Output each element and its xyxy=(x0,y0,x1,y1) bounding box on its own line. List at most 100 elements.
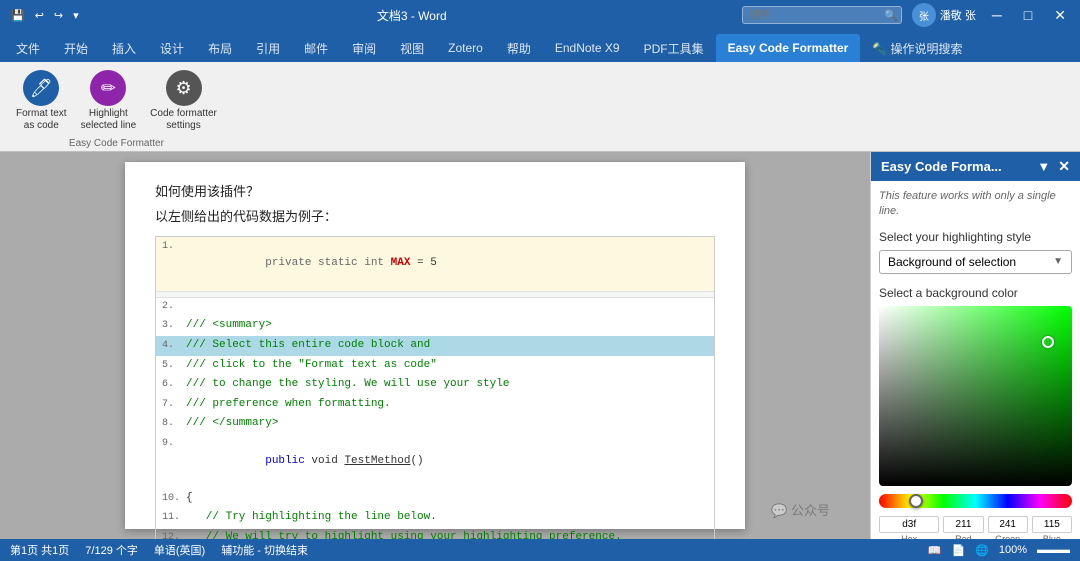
hex-label: Hex xyxy=(901,534,917,539)
zoom-slider[interactable]: ▬▬▬ xyxy=(1037,544,1070,556)
format-icon-glyph: 🖊 xyxy=(30,78,53,99)
format-text-btn[interactable]: 🖊 Format textas code xyxy=(12,68,71,134)
watermark: 💬 公众号 xyxy=(771,500,830,519)
status-right: 📖 📄 🌐 100% ▬▬▬ xyxy=(928,544,1070,557)
code-line-8: 8. /// </summary> xyxy=(156,414,714,434)
highlight-style-dropdown[interactable]: Background of selection ▼ xyxy=(879,250,1072,274)
blue-input[interactable] xyxy=(1032,516,1072,533)
tab-help[interactable]: 帮助 xyxy=(495,34,543,62)
highlight-btn-label: Highlightselected line xyxy=(81,108,137,132)
blue-label: Blue xyxy=(1043,534,1061,539)
window-title: 文档3 - Word xyxy=(377,9,447,23)
code-line-2: 2. xyxy=(156,298,714,316)
highlight-style-label: Select your highlighting style xyxy=(879,230,1072,244)
title-bar-left: 💾 ↩ ↪ ▾ xyxy=(8,8,82,23)
format-btn-label: Format textas code xyxy=(16,108,67,132)
title-bar-right: 🔍 张 潘敬 张 ─ □ ✕ xyxy=(742,3,1072,27)
ribbon-tabs: 文件 开始 插入 设计 布局 引用 邮件 审阅 视图 Zotero 帮助 End… xyxy=(0,30,1080,62)
doc-page: 如何使用该插件？ 以左侧给出的代码数据为例子： 1. private stati… xyxy=(125,162,745,529)
tab-zotero[interactable]: Zotero xyxy=(436,34,495,62)
blue-field-group: Blue xyxy=(1032,516,1072,539)
code-line-7: 7. /// preference when formatting. xyxy=(156,395,714,415)
search-input[interactable] xyxy=(742,6,902,24)
status-language: 单语(英国) xyxy=(154,542,205,558)
view-mode-layout[interactable]: 📄 xyxy=(951,544,965,557)
tab-insert[interactable]: 插入 xyxy=(100,34,148,62)
tab-review[interactable]: 审阅 xyxy=(340,34,388,62)
color-fields: Hex Red Green Blue xyxy=(879,516,1072,539)
hue-slider[interactable] xyxy=(879,494,1072,508)
tab-references[interactable]: 引用 xyxy=(244,34,292,62)
panel-expand-icon[interactable]: ▼ xyxy=(1037,159,1050,174)
panel-title: Easy Code Forma... xyxy=(881,159,1002,174)
tab-endnote[interactable]: EndNote X9 xyxy=(543,34,632,62)
panel-small-text: This feature works with only a single li… xyxy=(879,189,1072,220)
panel-header: Easy Code Forma... ▼ ✕ xyxy=(871,152,1080,181)
code-content-1: private static int MAX = 5 xyxy=(186,238,437,291)
user-name: 潘敬 张 xyxy=(940,7,976,23)
code-block: 1. private static int MAX = 5 2. 3. /// … xyxy=(155,236,715,539)
doc-line2: 以左侧给出的代码数据为例子： xyxy=(155,207,715,228)
zoom-level: 100% xyxy=(999,544,1027,556)
status-left: 第1页 共1页 7/129 个字 单语(英国) 辅功能 - 切换结束 xyxy=(10,542,308,558)
code-line-11: 11. // Try highlighting the line below. xyxy=(156,508,714,528)
redo-btn[interactable]: ↪ xyxy=(51,8,66,23)
code-line-12: 12. // We will try to highlight using yo… xyxy=(156,528,714,539)
tab-view[interactable]: 视图 xyxy=(388,34,436,62)
ribbon-content: 🖊 Format textas code ✏ Highlightselected… xyxy=(0,62,1080,152)
status-page: 第1页 共1页 xyxy=(10,542,69,558)
side-panel: Easy Code Forma... ▼ ✕ This feature work… xyxy=(870,152,1080,539)
customize-btn[interactable]: ▾ xyxy=(70,8,82,23)
ribbon-group-label: Easy Code Formatter xyxy=(69,138,164,149)
search-icon: 🔍 xyxy=(884,9,898,22)
code-line-6: 6. /// to change the styling. We will us… xyxy=(156,375,714,395)
close-btn[interactable]: ✕ xyxy=(1048,5,1072,26)
minimize-btn[interactable]: ─ xyxy=(986,5,1008,25)
tab-pdf[interactable]: PDF工具集 xyxy=(632,34,716,62)
tab-easy-code[interactable]: Easy Code Formatter xyxy=(716,34,861,62)
status-wordcount: 7/129 个字 xyxy=(85,542,138,558)
maximize-btn[interactable]: □ xyxy=(1018,5,1038,25)
code-line-10: 10. { xyxy=(156,489,714,509)
red-label: Red xyxy=(955,534,972,539)
settings-icon: ⚙ xyxy=(166,70,202,106)
dropdown-arrow-icon: ▼ xyxy=(1053,256,1063,267)
title-bar: 💾 ↩ ↪ ▾ 文档3 - Word 🔍 张 潘敬 张 ─ □ ✕ xyxy=(0,0,1080,30)
code-line-3: 3. /// <summary> xyxy=(156,316,714,336)
tab-mail[interactable]: 邮件 xyxy=(292,34,340,62)
hex-input[interactable] xyxy=(879,516,939,533)
doc-area: 如何使用该插件？ 以左侧给出的代码数据为例子： 1. private stati… xyxy=(0,152,870,539)
save-btn[interactable]: 💾 xyxy=(8,8,28,23)
dropdown-value: Background of selection xyxy=(888,255,1016,269)
tab-file[interactable]: 文件 xyxy=(4,34,52,62)
tab-layout[interactable]: 布局 xyxy=(196,34,244,62)
tab-action-search[interactable]: 🔦 操作说明搜索 xyxy=(860,34,974,62)
title-bar-center: 文档3 - Word xyxy=(82,7,742,24)
view-mode-web[interactable]: 🌐 xyxy=(975,544,989,557)
tab-design[interactable]: 设计 xyxy=(148,34,196,62)
line-num-1: 1. xyxy=(162,239,186,255)
doc-line1: 如何使用该插件？ xyxy=(155,182,715,203)
highlight-icon-glyph: ✏ xyxy=(101,78,116,99)
hex-field-group: Hex xyxy=(879,516,939,539)
highlight-icon: ✏ xyxy=(90,70,126,106)
user-area: 张 潘敬 张 xyxy=(912,3,976,27)
panel-close-btn[interactable]: ✕ xyxy=(1058,158,1070,175)
red-field-group: Red xyxy=(943,516,983,539)
ribbon-buttons: 🖊 Format textas code ✏ Highlightselected… xyxy=(12,68,221,134)
tab-home[interactable]: 开始 xyxy=(52,34,100,62)
red-input[interactable] xyxy=(943,516,983,533)
green-input[interactable] xyxy=(988,516,1028,533)
code-line-4: 4. /// Select this entire code block and xyxy=(156,336,714,356)
color-picker-area[interactable] xyxy=(879,306,1072,486)
code-line-5: 5. /// click to the "Format text as code… xyxy=(156,356,714,376)
settings-btn[interactable]: ⚙ Code formattersettings xyxy=(146,68,221,134)
ribbon-group-easy-code: 🖊 Format textas code ✏ Highlightselected… xyxy=(8,66,233,147)
highlight-line-btn[interactable]: ✏ Highlightselected line xyxy=(77,68,141,134)
code-line-9: 9. public void TestMethod() xyxy=(156,434,714,489)
quick-access-toolbar: 💾 ↩ ↪ ▾ xyxy=(8,8,82,23)
view-mode-read[interactable]: 📖 xyxy=(928,544,942,557)
hue-slider-thumb xyxy=(909,494,923,508)
settings-btn-label: Code formattersettings xyxy=(150,108,217,132)
undo-btn[interactable]: ↩ xyxy=(32,8,47,23)
